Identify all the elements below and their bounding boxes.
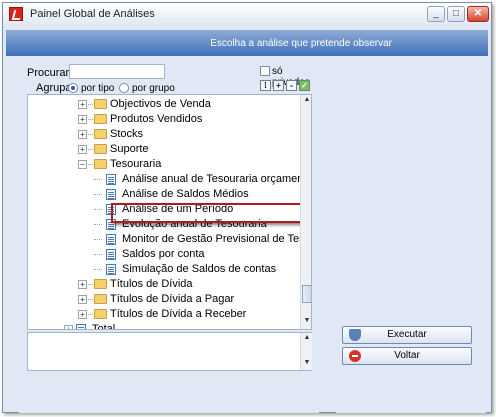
title-bar[interactable]: Painel Global de Análises _ □ ✕: [3, 3, 491, 25]
expand-icon[interactable]: +: [64, 325, 73, 329]
tree-item-label: Títulos de Dívida: [110, 278, 193, 290]
tree-connector: [94, 209, 102, 210]
report-icon: [106, 264, 116, 275]
expand-icon[interactable]: +: [78, 115, 87, 124]
tree-connector: [74, 329, 79, 330]
minimize-button[interactable]: _: [427, 6, 445, 22]
group-by-group-label[interactable]: por grupo: [132, 83, 175, 94]
selection-highlight: [111, 203, 304, 223]
folder-icon: [94, 309, 107, 319]
tree-connector: [94, 179, 102, 180]
app-logo-icon: [9, 7, 23, 21]
collapse-all-icon[interactable]: -: [286, 80, 297, 91]
scroll-thumb[interactable]: [302, 285, 311, 303]
folder-icon: [94, 114, 107, 124]
tree-connector: [88, 104, 93, 105]
header-banner: Escolha a análise que pretende observar: [6, 30, 488, 56]
tree-item-label: Saldos por conta: [122, 248, 205, 260]
tree-connector: [88, 314, 93, 315]
tree-connector: [88, 284, 93, 285]
tree-connector: [94, 269, 102, 270]
expand-icon[interactable]: +: [78, 295, 87, 304]
expand-icon[interactable]: +: [78, 100, 87, 109]
folder-icon: [94, 99, 107, 109]
action-panel: Executar Voltar: [336, 60, 486, 413]
folder-icon: [94, 144, 107, 154]
back-button-label: Voltar: [394, 350, 420, 361]
collapse-icon[interactable]: −: [78, 160, 87, 169]
tree-options-icon[interactable]: ⁞: [260, 80, 271, 91]
refresh-icon[interactable]: ✓: [299, 80, 310, 91]
expand-icon[interactable]: +: [78, 310, 87, 319]
expand-icon[interactable]: +: [78, 145, 87, 154]
scroll-down-icon[interactable]: ▼: [302, 317, 311, 327]
tree-connector: [94, 254, 102, 255]
tree-connector: [88, 149, 93, 150]
tree-scrollbar[interactable]: ▲ ▼: [300, 95, 311, 329]
expand-icon[interactable]: +: [78, 130, 87, 139]
tree-item-label: Títulos de Dívida a Pagar: [110, 293, 235, 305]
expand-icon[interactable]: +: [78, 280, 87, 289]
tree-item-label: Simulação de Saldos de contas: [122, 263, 277, 275]
only-private-checkbox[interactable]: [260, 66, 270, 76]
window-title: Painel Global de Análises: [30, 8, 155, 20]
tree-item-label: Análise de Saldos Médios: [122, 188, 249, 200]
back-button[interactable]: Voltar: [342, 347, 472, 365]
maximize-button[interactable]: □: [447, 6, 465, 22]
report-icon: [76, 324, 86, 329]
analysis-tree[interactable]: + Objectivos de Venda + Produtos Vendidos + S…: [27, 94, 312, 330]
search-input[interactable]: [69, 64, 165, 79]
group-by-type-label[interactable]: por tipo: [81, 83, 114, 94]
header-instruction: Escolha a análise que pretende observar: [210, 38, 392, 49]
back-icon: [349, 350, 361, 362]
folder-icon: [94, 279, 107, 289]
tree-item-label: Objectivos de Venda: [110, 98, 211, 110]
tree-item-label: Monitor de Gestão Previsional de Tesoura…: [122, 233, 311, 245]
tree-item-label: Produtos Vendidos: [110, 113, 203, 125]
folder-icon: [94, 294, 107, 304]
run-button[interactable]: Executar: [342, 326, 472, 344]
desc-scroll-down-icon[interactable]: ▼: [302, 359, 312, 369]
run-icon: [349, 329, 361, 341]
tree-item-label: Stocks: [110, 128, 144, 140]
description-box: ▲ ▼: [27, 332, 312, 371]
expand-all-icon[interactable]: +: [273, 80, 284, 91]
tree-connector: [94, 239, 102, 240]
tree-item-label: Total: [92, 323, 116, 330]
tree-connector: [88, 164, 93, 165]
group-by-type-radio[interactable]: [68, 83, 78, 93]
tree-item-label: Tesouraria: [110, 158, 162, 170]
tree-connector: [94, 224, 102, 225]
report-icon: [106, 249, 116, 260]
tree-item-label: Títulos de Dívida a Receber: [110, 308, 247, 320]
report-icon: [106, 189, 116, 200]
run-button-label: Executar: [387, 329, 427, 340]
report-icon: [106, 234, 116, 245]
main-window: Painel Global de Análises _ □ ✕ Escolha …: [2, 2, 492, 413]
close-button[interactable]: ✕: [467, 6, 489, 22]
folder-icon: [94, 159, 107, 169]
tree-connector: [88, 134, 93, 135]
tree-connector: [88, 119, 93, 120]
tree-item-label: Suporte: [110, 143, 149, 155]
group-by-group-radio[interactable]: [119, 83, 129, 93]
description-scrollbar[interactable]: ▲ ▼: [300, 333, 312, 370]
folder-icon: [94, 129, 107, 139]
report-icon: [106, 174, 116, 185]
tree-connector: [94, 194, 102, 195]
scroll-up-icon[interactable]: ▲: [302, 96, 311, 106]
analysis-list-panel: Procurar : só privadas Agrupar: por tipo…: [19, 60, 319, 413]
tree-connector: [88, 299, 93, 300]
tree-item-label: Análise anual de Tesouraria orçamental: [122, 173, 312, 185]
desc-scroll-up-icon[interactable]: ▲: [302, 334, 312, 344]
